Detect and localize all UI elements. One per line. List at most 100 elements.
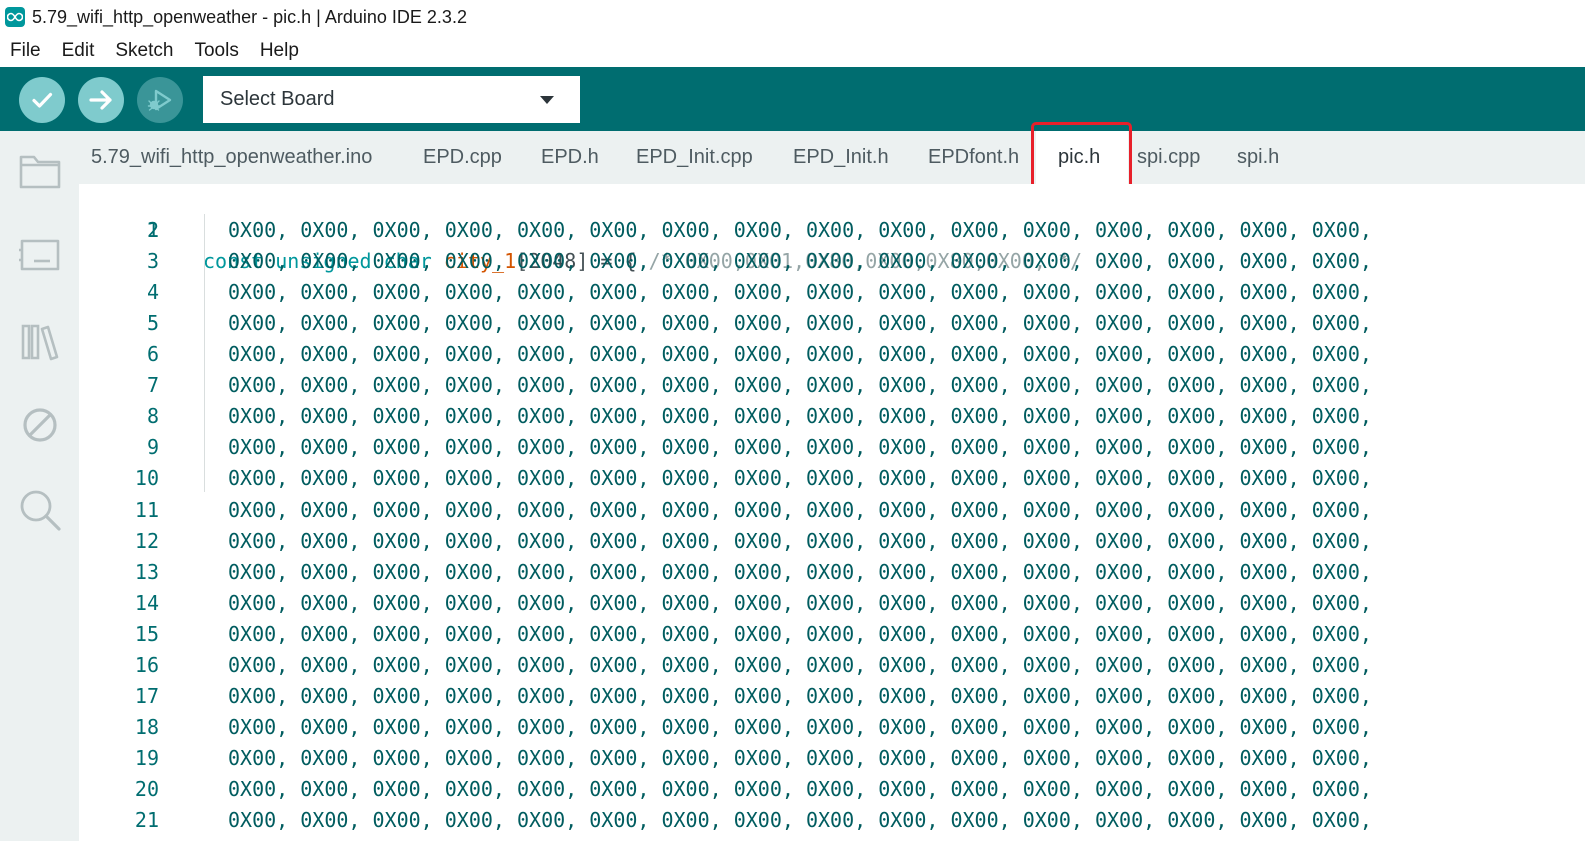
code-line: 3 0X00, 0X00, 0X00, 0X00, 0X00, 0X00, 0X0… <box>79 246 1585 277</box>
code-line: 10 0X00, 0X00, 0X00, 0X00, 0X00, 0X00, 0X… <box>79 463 1585 494</box>
code-line: 18 0X00, 0X00, 0X00, 0X00, 0X00, 0X00, 0X… <box>79 712 1585 743</box>
menu-bar: File Edit Sketch Tools Help <box>0 34 1585 67</box>
line-code: 0X00, 0X00, 0X00, 0X00, 0X00, 0X00, 0X00… <box>228 466 1372 490</box>
line-code: 0X00, 0X00, 0X00, 0X00, 0X00, 0X00, 0X00… <box>228 435 1372 459</box>
code-line: 2 0X00, 0X00, 0X00, 0X00, 0X00, 0X00, 0X0… <box>79 215 1585 246</box>
line-number: 18 <box>134 715 159 739</box>
line-code: 0X00, 0X00, 0X00, 0X00, 0X00, 0X00, 0X00… <box>228 311 1372 335</box>
line-code: 0X00, 0X00, 0X00, 0X00, 0X00, 0X00, 0X00… <box>228 653 1372 677</box>
tab-epd-init-cpp[interactable]: EPD_Init.cpp <box>636 131 753 184</box>
board-select-label: Select Board <box>220 88 335 110</box>
verify-button[interactable] <box>19 77 65 123</box>
line-number: 8 <box>146 404 159 428</box>
code-line: 4 0X00, 0X00, 0X00, 0X00, 0X00, 0X00, 0X0… <box>79 277 1585 308</box>
toolbar: Select Board <box>0 67 1585 131</box>
tab-label: spi.h <box>1237 146 1280 168</box>
code-line: 17 0X00, 0X00, 0X00, 0X00, 0X00, 0X00, 0X… <box>79 681 1585 712</box>
tab-epd-h[interactable]: EPD.h <box>541 131 599 184</box>
folder-icon[interactable] <box>18 149 62 193</box>
tab-highlight-box <box>1031 122 1132 189</box>
code-line: 8 0X00, 0X00, 0X00, 0X00, 0X00, 0X00, 0X0… <box>79 401 1585 432</box>
line-number: 7 <box>146 373 159 397</box>
code-line: 14 0X00, 0X00, 0X00, 0X00, 0X00, 0X00, 0X… <box>79 588 1585 619</box>
tab-sketch-ino[interactable]: 5.79_wifi_http_openweather.ino <box>91 131 372 184</box>
line-number: 19 <box>134 746 159 770</box>
line-number: 16 <box>134 653 159 677</box>
tab-spi-h[interactable]: spi.h <box>1237 131 1279 184</box>
tab-label: 5.79_wifi_http_openweather.ino <box>91 146 373 168</box>
line-code: 0X00, 0X00, 0X00, 0X00, 0X00, 0X00, 0X00… <box>228 622 1372 646</box>
code-line: 7 0X00, 0X00, 0X00, 0X00, 0X00, 0X00, 0X0… <box>79 370 1585 401</box>
line-code: 0X00, 0X00, 0X00, 0X00, 0X00, 0X00, 0X00… <box>228 560 1372 584</box>
menu-tools[interactable]: Tools <box>194 40 238 62</box>
line-code: 0X00, 0X00, 0X00, 0X00, 0X00, 0X00, 0X00… <box>228 715 1372 739</box>
debug-button[interactable] <box>137 77 183 123</box>
code-line: 20 0X00, 0X00, 0X00, 0X00, 0X00, 0X00, 0X… <box>79 774 1585 805</box>
line-number: 2 <box>146 218 159 242</box>
menu-sketch[interactable]: Sketch <box>115 40 173 62</box>
line-number: 14 <box>134 591 159 615</box>
indent-guide <box>204 214 205 492</box>
line-code: 0X00, 0X00, 0X00, 0X00, 0X00, 0X00, 0X00… <box>228 684 1372 708</box>
code-line: 21 0X00, 0X00, 0X00, 0X00, 0X00, 0X00, 0X… <box>79 805 1585 836</box>
line-number: 13 <box>134 560 159 584</box>
line-number: 20 <box>134 777 159 801</box>
menu-edit[interactable]: Edit <box>62 40 95 62</box>
debug-disabled-icon[interactable] <box>18 403 62 447</box>
chevron-down-icon <box>540 96 554 104</box>
code-line: 11 0X00, 0X00, 0X00, 0X00, 0X00, 0X00, 0X… <box>79 495 1585 526</box>
tab-label: EPD_Init.cpp <box>636 146 753 168</box>
tab-epd-cpp[interactable]: EPD.cpp <box>423 131 502 184</box>
search-icon[interactable] <box>18 488 62 532</box>
menu-help[interactable]: Help <box>260 40 299 62</box>
line-number: 3 <box>146 249 159 273</box>
code-line: 13 0X00, 0X00, 0X00, 0X00, 0X00, 0X00, 0X… <box>79 557 1585 588</box>
debug-icon <box>147 89 172 111</box>
line-number: 6 <box>146 342 159 366</box>
line-code: 0X00, 0X00, 0X00, 0X00, 0X00, 0X00, 0X00… <box>228 280 1372 304</box>
line-code: 0X00, 0X00, 0X00, 0X00, 0X00, 0X00, 0X00… <box>228 342 1372 366</box>
line-number: 21 <box>134 808 159 832</box>
line-code: 0X00, 0X00, 0X00, 0X00, 0X00, 0X00, 0X00… <box>228 808 1372 832</box>
code-editor[interactable]: 1 const unsigned char city_1[2048] = { /… <box>79 184 1585 841</box>
tab-label: spi.cpp <box>1137 146 1201 168</box>
tab-label: EPD_Init.h <box>793 146 889 168</box>
code-line: 5 0X00, 0X00, 0X00, 0X00, 0X00, 0X00, 0X0… <box>79 308 1585 339</box>
editor-tab-bar: 5.79_wifi_http_openweather.ino EPD.cpp E… <box>79 131 1585 184</box>
arrow-right-icon <box>89 90 112 110</box>
tab-epdfont-h[interactable]: EPDfont.h <box>928 131 1019 184</box>
upload-button[interactable] <box>78 77 124 123</box>
line-number: 4 <box>146 280 159 304</box>
line-number: 15 <box>134 622 159 646</box>
line-number: 5 <box>146 311 159 335</box>
line-code: 0X00, 0X00, 0X00, 0X00, 0X00, 0X00, 0X00… <box>228 746 1372 770</box>
line-code: 0X00, 0X00, 0X00, 0X00, 0X00, 0X00, 0X00… <box>228 777 1372 801</box>
code-line: 19 0X00, 0X00, 0X00, 0X00, 0X00, 0X00, 0X… <box>79 743 1585 774</box>
code-line: 12 0X00, 0X00, 0X00, 0X00, 0X00, 0X00, 0X… <box>79 526 1585 557</box>
board-manager-icon[interactable] <box>18 233 62 277</box>
code-line: 6 0X00, 0X00, 0X00, 0X00, 0X00, 0X00, 0X0… <box>79 339 1585 370</box>
code-line: 15 0X00, 0X00, 0X00, 0X00, 0X00, 0X00, 0X… <box>79 619 1585 650</box>
line-code: 0X00, 0X00, 0X00, 0X00, 0X00, 0X00, 0X00… <box>228 249 1372 273</box>
line-number: 12 <box>134 529 159 553</box>
board-select-dropdown[interactable]: Select Board <box>203 76 580 123</box>
tab-label: EPD.h <box>541 146 599 168</box>
title-bar: 5.79_wifi_http_openweather - pic.h | Ard… <box>0 0 1585 34</box>
line-code: 0X00, 0X00, 0X00, 0X00, 0X00, 0X00, 0X00… <box>228 498 1372 522</box>
library-icon[interactable] <box>18 319 62 363</box>
code-line: 16 0X00, 0X00, 0X00, 0X00, 0X00, 0X00, 0X… <box>79 650 1585 681</box>
activity-sidebar <box>0 131 79 841</box>
tab-label: EPD.cpp <box>423 146 502 168</box>
tab-label: EPDfont.h <box>928 146 1020 168</box>
tab-spi-cpp[interactable]: spi.cpp <box>1137 131 1200 184</box>
arduino-logo-icon <box>5 7 25 27</box>
line-number: 9 <box>146 435 159 459</box>
line-number: 10 <box>134 466 159 490</box>
tab-epd-init-h[interactable]: EPD_Init.h <box>793 131 889 184</box>
line-code: 0X00, 0X00, 0X00, 0X00, 0X00, 0X00, 0X00… <box>228 591 1372 615</box>
line-code: 0X00, 0X00, 0X00, 0X00, 0X00, 0X00, 0X00… <box>228 529 1372 553</box>
check-icon <box>32 92 53 108</box>
line-code: 0X00, 0X00, 0X00, 0X00, 0X00, 0X00, 0X00… <box>228 218 1372 242</box>
code-line: 9 0X00, 0X00, 0X00, 0X00, 0X00, 0X00, 0X0… <box>79 432 1585 463</box>
menu-file[interactable]: File <box>10 40 41 62</box>
